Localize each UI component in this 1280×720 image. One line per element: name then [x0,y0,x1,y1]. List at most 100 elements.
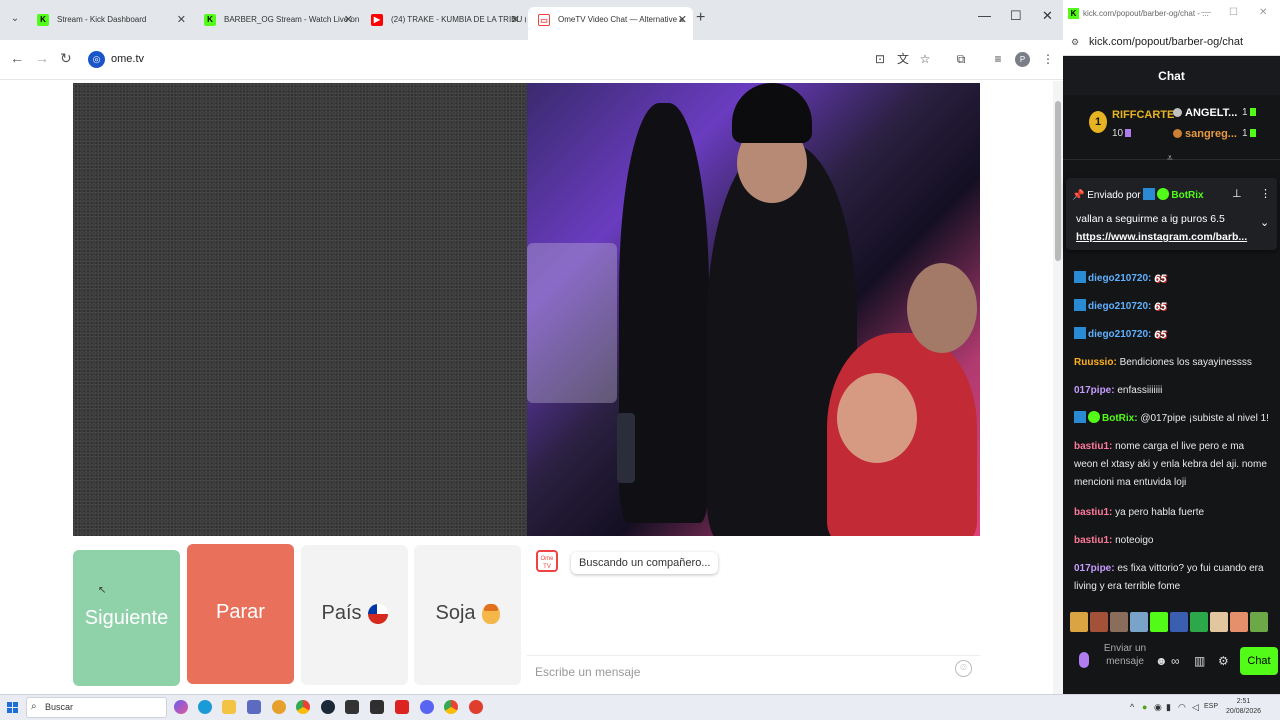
reload-icon[interactable]: ↻ [60,50,72,67]
kick-icon: K [1068,8,1079,19]
app-icon[interactable] [272,700,286,714]
chile-flag-icon [367,603,388,624]
emote[interactable] [1110,612,1128,632]
taskbar: ⌕ Buscar ^ ● ◉ ▮ ◠ ◁ ESP 2:51 20/08/2026 [0,694,1280,720]
browser-window: ⌄ K Stream - Kick Dashboard ✕ K BARBER_O… [0,0,1063,694]
kick-address-bar[interactable]: ⚙ kick.com/popout/barber-og/chat [1063,30,1280,56]
chat-input-bar: Enviar un mensaje ☻ ∞ ▥ ⚙ Chat [1063,642,1280,694]
wifi-icon[interactable]: ◠ [1178,702,1186,713]
maximize-icon[interactable]: ☐ [1010,8,1022,24]
window-close-icon[interactable]: ✕ [1042,8,1053,24]
tab-youtube[interactable]: ▶ (24) TRAKE - KUMBIA DE LA TRIBU ( ✕ [361,7,526,33]
pin-icon: 📌 [1072,190,1085,201]
chrome-icon[interactable] [296,700,310,714]
page-scrollbar[interactable] [1053,81,1063,694]
site-settings-icon[interactable]: ⚙ [1071,37,1079,48]
collapse-icon[interactable]: ⩡ [1167,153,1173,164]
country-button[interactable]: País [301,545,408,685]
emote[interactable] [1170,612,1188,632]
taskbar-search[interactable]: ⌕ Buscar [26,697,167,718]
site-info-icon[interactable]: ◎ [88,51,105,68]
obs-icon[interactable] [370,700,384,714]
chrome-icon[interactable] [444,700,458,714]
emote[interactable] [1150,612,1168,632]
emote[interactable] [1230,612,1248,632]
tab-ometv[interactable]: ▭ OmeTV Video Chat — Alternative a ✕ [528,7,693,40]
file-explorer-icon[interactable] [222,700,236,714]
emote[interactable] [1090,612,1108,632]
tray-app-icon[interactable]: ● [1142,702,1147,712]
bookmark-star-icon[interactable]: ☆ [917,51,933,67]
chevron-down-icon[interactable]: ⌄ [1260,216,1269,229]
close-icon[interactable]: ✕ [177,7,186,33]
ometv-logo-icon: Ome TV [536,550,558,572]
chat-message: diego210720: 65 [1074,298,1270,316]
send-chat-button[interactable]: Chat [1240,647,1278,675]
infinity-icon[interactable]: ∞ [1171,654,1180,668]
extensions-icon[interactable]: ⧉ [953,51,969,67]
window-close-icon[interactable]: ✕ [1259,7,1267,18]
back-icon[interactable]: ← [10,50,24,66]
leader-name[interactable]: RIFFCARTE [1112,109,1174,121]
forward-icon[interactable]: → [35,50,49,66]
profile-avatar[interactable]: P [1015,52,1030,67]
message-input[interactable]: Escribe un mensaje [527,655,980,687]
emote[interactable] [1250,612,1268,632]
verified-badge-icon [1157,188,1170,200]
leader-name[interactable]: sangreg... [1173,128,1237,140]
kick-icon: K [37,14,49,26]
tray-app-icon[interactable]: ◉ [1154,702,1162,713]
steam-icon[interactable] [321,700,335,714]
media-controls-icon[interactable]: ≡ [990,51,1006,67]
app-icon[interactable] [345,700,359,714]
copilot-icon[interactable] [174,700,188,714]
close-icon[interactable]: ✕ [511,7,520,33]
acrobat-icon[interactable] [395,700,409,714]
tab-barber-stream[interactable]: K BARBER_OG Stream - Watch Live on Kick … [194,7,359,33]
emote[interactable] [1190,612,1208,632]
leader-count: 1 [1242,107,1256,118]
emote[interactable] [1130,612,1148,632]
language-indicator[interactable]: ESP [1204,703,1218,710]
discord-icon[interactable] [420,700,434,714]
bot-badge-icon [1074,411,1086,423]
pinned-link[interactable]: https://www.instagram.com/barb... [1076,231,1256,243]
shop-icon[interactable]: ▥ [1194,654,1205,668]
maximize-icon[interactable]: ☐ [1229,7,1238,18]
microphone-icon[interactable] [1079,652,1089,668]
next-button[interactable]: Siguiente [73,550,180,686]
emote[interactable] [1070,612,1088,632]
windows-start-icon[interactable] [7,702,18,713]
app-icon[interactable] [469,700,483,714]
volume-icon[interactable]: ◁ [1192,702,1199,713]
store-icon[interactable] [247,700,261,714]
chat-input[interactable]: Enviar un mensaje [1103,642,1147,668]
translate-icon[interactable]: 文 [895,51,911,67]
bottle-shape [617,413,635,483]
clock[interactable]: 2:51 20/08/2026 [1226,697,1261,717]
address-bar[interactable]: ome.tv [111,53,144,65]
settings-icon[interactable]: ⚙ [1218,654,1229,668]
emoji-icon[interactable]: ☻ [1155,654,1168,668]
gender-button[interactable]: Soja [414,545,521,685]
stop-button[interactable]: Parar [187,544,294,684]
tab-kick-dashboard[interactable]: K Stream - Kick Dashboard ✕ [27,7,192,33]
emoji-icon[interactable]: ☺ [955,660,972,677]
search-icon: ⌕ [31,701,37,712]
emote[interactable] [1210,612,1228,632]
install-app-icon[interactable]: ⊡ [872,51,888,67]
tray-app-icon[interactable]: ▮ [1166,702,1171,713]
tab-search-icon[interactable]: ⌄ [6,10,24,28]
new-tab-icon[interactable]: + [696,9,705,27]
tray-chevron-icon[interactable]: ^ [1130,702,1134,712]
unpin-icon[interactable]: ⊥ [1232,187,1242,200]
minimize-icon[interactable]: — [978,8,991,23]
close-icon[interactable]: ✕ [678,7,687,33]
more-options-icon[interactable]: ⋮ [1260,187,1271,200]
minimize-icon[interactable]: — [1201,7,1211,18]
edge-icon[interactable] [198,700,212,714]
menu-dots-icon[interactable]: ⋮ [1040,51,1056,67]
tab-strip: ⌄ K Stream - Kick Dashboard ✕ K BARBER_O… [0,0,1063,40]
close-icon[interactable]: ✕ [344,7,353,33]
leader-name[interactable]: ANGELT... [1173,107,1237,119]
